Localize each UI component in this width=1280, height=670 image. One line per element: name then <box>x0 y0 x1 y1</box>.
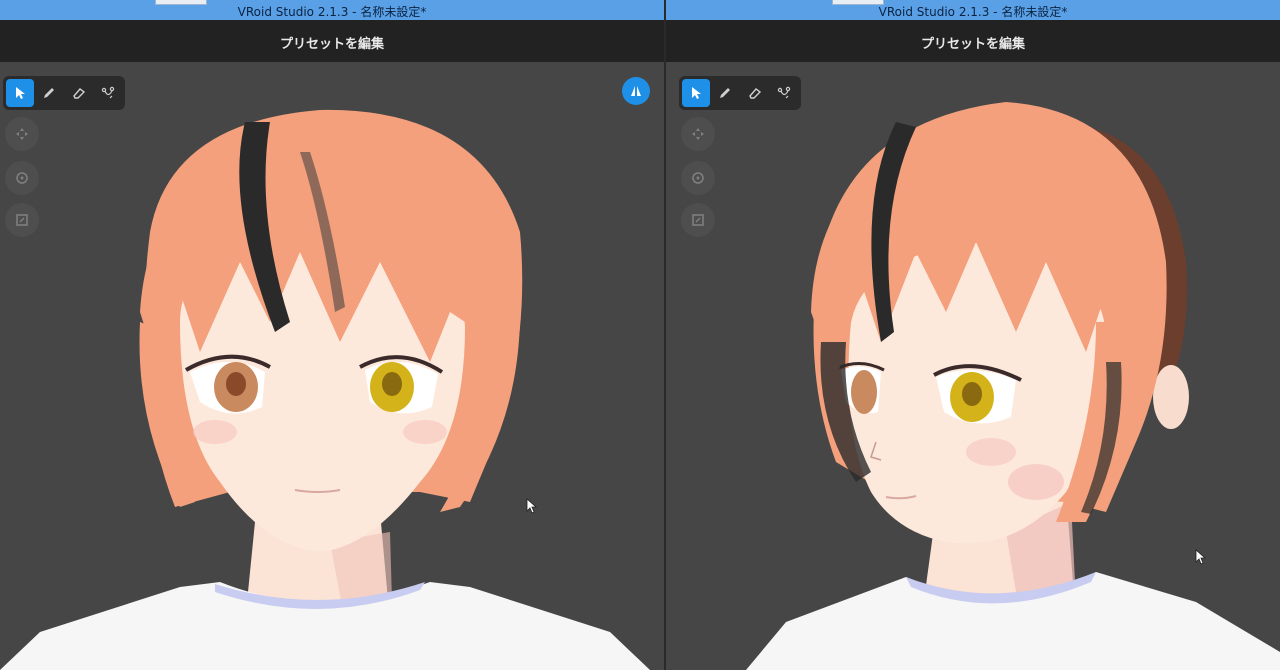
editor-header: プリセットを編集 <box>666 20 1280 62</box>
window-titlebar: VRoid Studio 2.1.3 - 名称未設定* <box>0 0 664 20</box>
eye-iris-left <box>851 370 877 414</box>
editor-header: プリセットを編集 <box>0 20 664 62</box>
3d-viewport[interactable] <box>666 62 1280 670</box>
blush <box>966 438 1016 466</box>
eye-pupil-right <box>382 372 402 396</box>
mouse-cursor-icon <box>526 498 538 514</box>
3d-viewport[interactable] <box>0 62 664 670</box>
character-front-view <box>0 109 650 670</box>
eye-pupil-right <box>962 382 982 406</box>
panel-title: プリセットを編集 <box>279 37 384 52</box>
left-pane: VRoid Studio 2.1.3 - 名称未設定* プリセットを編集 <box>0 0 664 670</box>
blush-right <box>403 420 447 444</box>
window-title: VRoid Studio 2.1.3 - 名称未設定* <box>237 5 427 19</box>
panel-title: プリセットを編集 <box>920 37 1025 52</box>
eye-pupil-left <box>226 372 246 396</box>
right-pane: VRoid Studio 2.1.3 - 名称未設定* プリセットを編集 <box>666 0 1280 670</box>
blush-left <box>193 420 237 444</box>
window-titlebar: VRoid Studio 2.1.3 - 名称未設定* <box>666 0 1280 20</box>
cheek-shadow <box>1008 464 1064 500</box>
ear <box>1153 365 1189 429</box>
mouse-cursor-icon <box>1195 549 1207 565</box>
window-title: VRoid Studio 2.1.3 - 名称未設定* <box>878 5 1068 19</box>
character-side-view <box>746 102 1280 670</box>
